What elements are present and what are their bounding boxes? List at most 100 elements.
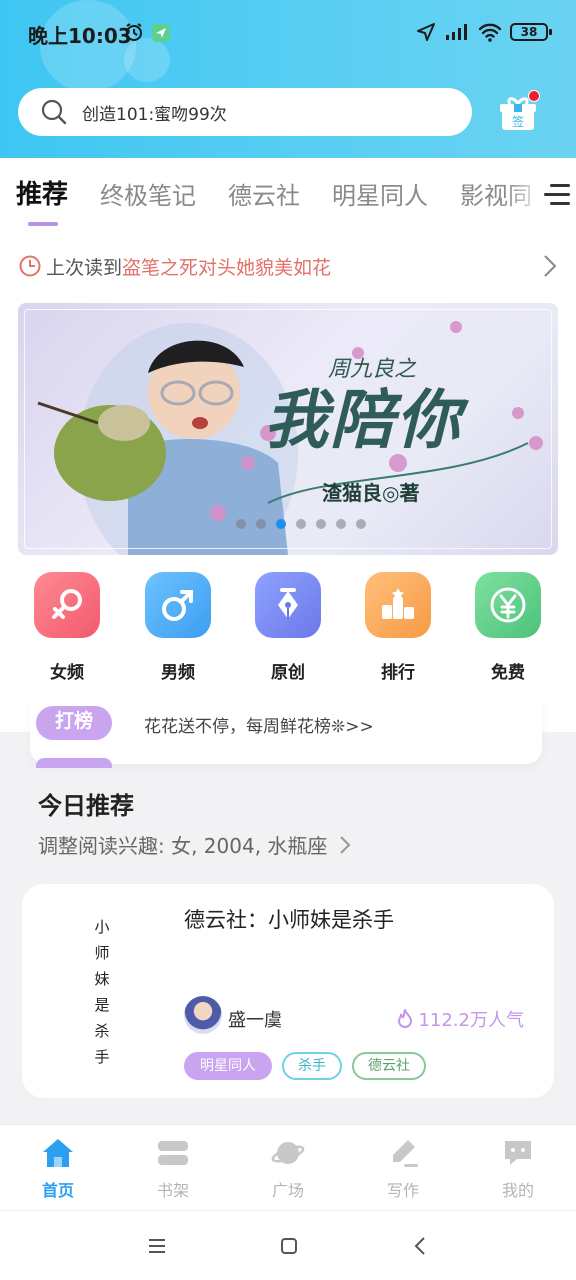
cover-char: 杀 [94, 1022, 110, 1040]
back-icon[interactable] [410, 1235, 432, 1257]
nav-label: 首页 [41, 1181, 74, 1200]
reading-interest-text: 调整阅读兴趣: 女, 2004, 水瓶座 [38, 834, 328, 858]
nav-bookshelf[interactable]: 书架 [138, 1137, 208, 1201]
clock-icon [19, 255, 41, 277]
shortcut-label: 女频 [50, 663, 84, 683]
checkin-gift-button[interactable]: 签 [500, 90, 540, 132]
yen-icon [475, 572, 541, 638]
book-title[interactable]: 德云社：小师妹是杀手 [184, 904, 394, 934]
book-card[interactable]: 小 师 妹 是 杀 手 德云社：小师妹是杀手 盛一虞 112.2万人气 明星同人… [22, 884, 554, 1098]
tab-recommend[interactable]: 推荐 [16, 172, 68, 226]
shortcut-label: 男频 [161, 663, 195, 683]
cover-char: 师 [94, 944, 110, 962]
last-read-book[interactable]: 盗笔之死对头她貌美如花 [122, 253, 331, 280]
system-navigation-bar [0, 1210, 576, 1280]
author-avatar[interactable] [184, 996, 222, 1034]
banner-dot[interactable] [276, 519, 286, 529]
book-tag[interactable]: 杀手 [282, 1052, 342, 1080]
banner-dot[interactable] [296, 519, 306, 529]
nav-write[interactable]: 写作 [368, 1137, 438, 1201]
bookshelf-icon [158, 1141, 188, 1165]
today-recommend-title: 今日推荐 [38, 792, 134, 820]
promo-banner[interactable]: 周九良之 我陪你 渣猫良◎著 [18, 303, 558, 555]
cover-char: 手 [94, 1048, 110, 1066]
notice-tag-next [36, 758, 112, 768]
last-read-label: 上次读到 [46, 256, 123, 279]
chevron-right-icon [544, 255, 557, 277]
tab-ultimate-notes[interactable]: 终极笔记 [100, 172, 196, 211]
search-icon [41, 99, 67, 125]
header: 晚上10:03 38 创造101:蜜吻99次 签 [0, 0, 576, 158]
status-bar: 晚上10:03 38 [0, 0, 576, 68]
category-tabs: 推荐 终极笔记 德云社 明星同人 影视同 [0, 172, 576, 232]
menu-icon[interactable] [146, 1235, 168, 1257]
location-arrow-icon [417, 23, 435, 41]
last-read-bar[interactable]: 上次读到 盗笔之死对头她貌美如花 [18, 252, 558, 280]
banner-author: 渣猫良◎著 [322, 481, 420, 505]
checkin-label: 签 [512, 114, 524, 129]
pen-nib-icon [255, 572, 321, 638]
home-square-icon[interactable] [278, 1235, 300, 1257]
book-author[interactable]: 盛一虞 [228, 1006, 282, 1032]
nav-square[interactable]: 广场 [253, 1137, 323, 1201]
cover-char: 妹 [94, 970, 110, 988]
ranking-icon [365, 572, 431, 638]
alarm-icon [126, 23, 142, 41]
banner-dot[interactable] [356, 519, 366, 529]
shortcut-ranking[interactable]: 排行 [358, 572, 438, 683]
chevron-right-icon [340, 836, 351, 854]
nav-profile[interactable]: 我的 [483, 1137, 553, 1201]
notice-ticker[interactable]: 打榜 花花送不停，每周鲜花榜❊>> [30, 700, 542, 768]
tab-deyunshe[interactable]: 德云社 [228, 172, 300, 211]
bottom-navigation: 首页 书架 广场 写作 我的 [0, 1124, 576, 1210]
shortcut-label: 免费 [491, 663, 525, 683]
tab-celebrity-fanfic[interactable]: 明星同人 [332, 172, 428, 211]
planet-icon [271, 1142, 305, 1164]
wifi-icon [478, 23, 502, 42]
popularity: 112.2万人气 [396, 1006, 524, 1032]
shortcut-original[interactable]: 原创 [248, 572, 328, 683]
shortcut-female[interactable]: 女频 [27, 572, 107, 683]
status-right: 38 [416, 22, 552, 42]
banner-dot[interactable] [236, 519, 246, 529]
shortcut-free[interactable]: 免费 [468, 572, 548, 683]
home-icon [43, 1139, 73, 1167]
tabs-menu-icon[interactable] [540, 182, 570, 208]
search-placeholder: 创造101:蜜吻99次 [82, 104, 227, 125]
banner-dot[interactable] [256, 519, 266, 529]
female-icon [34, 572, 100, 638]
battery-indicator: 38 [510, 23, 552, 41]
status-time: 晚上10:03 [28, 24, 132, 48]
banner-dot[interactable] [336, 519, 346, 529]
shortcut-label: 排行 [381, 663, 415, 683]
banner-dot[interactable] [316, 519, 326, 529]
male-icon [145, 572, 211, 638]
cover-char: 是 [94, 996, 110, 1014]
shortcut-male[interactable]: 男频 [138, 572, 218, 683]
section-gap [0, 1108, 576, 1122]
nav-home[interactable]: 首页 [23, 1137, 93, 1201]
notification-dot [528, 90, 540, 102]
book-tag[interactable]: 德云社 [352, 1052, 426, 1080]
nav-label: 广场 [271, 1181, 304, 1200]
write-icon [393, 1140, 418, 1167]
category-shortcuts: 女频 男频 原创 排行 免费 [0, 572, 576, 683]
nav-label: 书架 [156, 1181, 189, 1200]
shortcut-label: 原创 [271, 663, 305, 683]
nav-label: 写作 [386, 1181, 419, 1200]
notice-text[interactable]: 花花送不停，每周鲜花榜❊>> [144, 712, 374, 737]
reading-interest-link[interactable]: 调整阅读兴趣: 女, 2004, 水瓶座 [38, 830, 352, 859]
signal-icon [446, 24, 467, 40]
notice-tag: 打榜 [36, 706, 112, 740]
banner-pagination [236, 519, 366, 529]
book-cover[interactable]: 小 师 妹 是 杀 手 [70, 914, 134, 1066]
nav-label: 我的 [501, 1181, 534, 1200]
book-tag[interactable]: 明星同人 [184, 1052, 272, 1080]
search-bar[interactable]: 创造101:蜜吻99次 [18, 88, 472, 136]
banner-title: 我陪你 [264, 383, 462, 458]
navigation-status-icon [152, 24, 170, 42]
popularity-count: 112.2万人气 [418, 1010, 524, 1031]
cover-char: 小 [94, 918, 110, 936]
book-tags: 明星同人 杀手 德云社 [184, 1052, 426, 1080]
profile-icon [505, 1141, 531, 1165]
